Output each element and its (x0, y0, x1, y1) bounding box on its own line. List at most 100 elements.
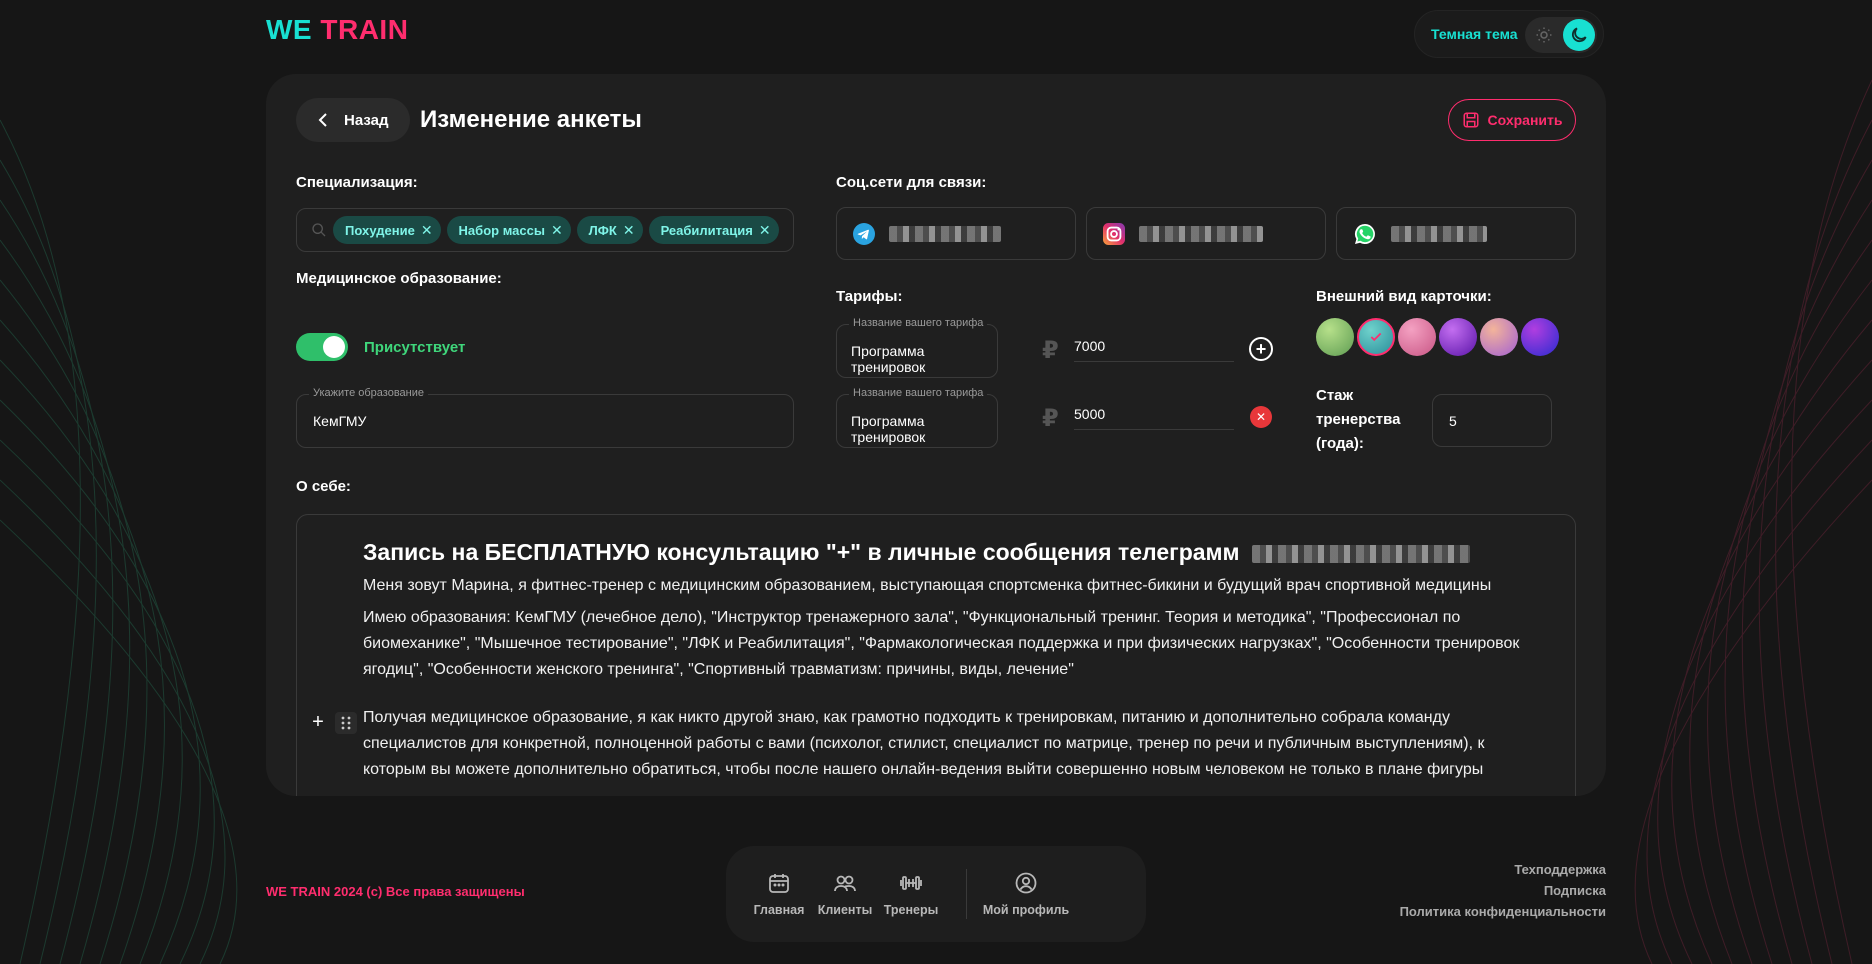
nav-item-profile[interactable]: Мой профиль (981, 871, 1071, 917)
chevron-left-icon (318, 113, 327, 127)
color-swatch[interactable] (1521, 318, 1559, 356)
dumbbell-icon (900, 876, 922, 890)
color-swatch[interactable] (1398, 318, 1436, 356)
close-icon[interactable]: ✕ (551, 222, 563, 239)
brand-logo-part1: WE (266, 14, 313, 45)
about-heading[interactable]: Запись на БЕСПЛАТНУЮ консультацию "+" в … (363, 539, 1470, 566)
footer-link-privacy[interactable]: Политика конфиденциальности (1400, 904, 1606, 919)
color-swatch[interactable] (1439, 318, 1477, 356)
chip-label: ЛФК (588, 222, 617, 238)
page-title: Изменение анкеты (420, 106, 642, 133)
nav-item-home[interactable]: Главная (746, 871, 812, 917)
redacted-contact (889, 225, 1001, 242)
telegram-icon (853, 222, 875, 245)
tariff-name-field[interactable]: Название вашего тарифа Программа трениро… (836, 317, 998, 378)
nav-label: Главная (753, 903, 805, 917)
close-icon[interactable]: ✕ (759, 222, 771, 239)
whatsapp-field[interactable] (1336, 207, 1576, 260)
medical-toggle[interactable] (296, 333, 348, 361)
education-value[interactable]: КемГМУ (313, 413, 366, 429)
footer-link-subscription[interactable]: Подписка (1400, 883, 1606, 898)
footer-link-support[interactable]: Техподдержка (1400, 862, 1606, 877)
education-legend: Укажите образование (309, 387, 428, 399)
add-tariff-icon[interactable]: + (1249, 337, 1273, 361)
tariff-name-field[interactable]: Название вашего тарифа Программа трениро… (836, 387, 998, 448)
nav-label: Клиенты (817, 903, 873, 917)
instagram-field[interactable] (1086, 207, 1326, 260)
tariff-name-value[interactable]: Программа тренировок (851, 413, 997, 445)
chip-label: Похудение (345, 222, 415, 238)
floppy-disk-icon (1463, 112, 1479, 128)
back-button-label: Назад (344, 111, 389, 129)
chip-specialization[interactable]: Похудение ✕ (333, 216, 441, 244)
moon-knob (1563, 19, 1595, 51)
brand-logo[interactable]: WE TRAIN (266, 14, 408, 46)
back-button[interactable]: Назад (296, 98, 410, 142)
nav-label: Тренеры (883, 903, 939, 917)
redacted-contact (1251, 544, 1470, 563)
medical-toggle-label: Присутствует (364, 339, 466, 356)
about-paragraph[interactable]: Меня зовут Марина, я фитнес-тренер с мед… (363, 573, 1543, 599)
add-block-icon[interactable]: + (309, 711, 327, 734)
redacted-contact (1391, 225, 1487, 242)
nav-item-clients[interactable]: Клиенты (812, 871, 878, 917)
medical-label: Медицинское образование: (296, 270, 502, 287)
tariff-name-legend: Название вашего тарифа (849, 317, 988, 329)
about-paragraph[interactable]: Имею образования: КемГМУ (лечебное дело)… (363, 605, 1543, 683)
drag-handle-icon[interactable] (335, 711, 357, 734)
check-icon (1370, 332, 1382, 342)
close-icon[interactable]: ✕ (421, 222, 433, 239)
tariff-name-legend: Название вашего тарифа (849, 387, 988, 399)
block-tools: + (309, 711, 357, 734)
chip-specialization[interactable]: ЛФК ✕ (576, 216, 643, 244)
chip-label: Реабилитация (660, 222, 753, 238)
instagram-icon (1103, 222, 1125, 245)
nav-label: Мой профиль (982, 903, 1070, 917)
ruble-icon: ₽ (1042, 337, 1059, 364)
edit-profile-card: Назад Изменение анкеты Сохранить Специал… (266, 74, 1606, 796)
color-swatch-selected[interactable] (1357, 318, 1395, 356)
bottom-nav: Главная Клиенты Тренеры Мой профиль (726, 846, 1146, 942)
color-swatch[interactable] (1316, 318, 1354, 356)
specialization-label: Специализация: (296, 174, 418, 191)
appearance-label: Внешний вид карточки: (1316, 288, 1492, 305)
whatsapp-icon (1355, 223, 1375, 244)
footer-links: Техподдержка Подписка Политика конфиденц… (1400, 862, 1606, 919)
education-field[interactable]: Укажите образование КемГМУ (296, 387, 794, 448)
color-swatch[interactable] (1480, 318, 1518, 356)
theme-label: Темная тема (1431, 26, 1518, 42)
about-paragraph[interactable]: Получая медицинское образование, я как н… (363, 705, 1543, 783)
footer-copyright: WE TRAIN 2024 (c) Все права защищены (266, 884, 525, 899)
tariffs-label: Тарифы: (836, 288, 903, 305)
about-editor[interactable]: Запись на БЕСПЛАТНУЮ консультацию "+" в … (296, 514, 1576, 796)
about-label: О себе: (296, 478, 351, 495)
theme-toggle[interactable]: Темная тема (1414, 10, 1604, 58)
profile-icon (1015, 872, 1037, 894)
clients-icon (834, 875, 856, 892)
specialization-select[interactable]: Похудение ✕ Набор массы ✕ ЛФК ✕ Реабилитаци… (296, 208, 794, 252)
social-label: Соц.сети для связи: (836, 174, 987, 191)
nav-divider (966, 869, 967, 919)
chip-specialization[interactable]: Реабилитация ✕ (648, 216, 779, 244)
save-button[interactable]: Сохранить (1448, 99, 1576, 141)
moon-icon (1571, 27, 1587, 43)
save-button-label: Сохранить (1487, 112, 1563, 128)
close-icon[interactable]: ✕ (623, 222, 635, 239)
sun-icon (1536, 27, 1552, 43)
chip-specialization[interactable]: Набор массы ✕ (446, 216, 571, 244)
redacted-contact (1139, 225, 1263, 242)
delete-tariff-icon[interactable]: ✕ (1250, 406, 1272, 428)
brand-logo-part2: TRAIN (320, 14, 409, 45)
theme-switch[interactable] (1525, 17, 1597, 53)
experience-input[interactable]: 5 (1432, 394, 1552, 447)
telegram-field[interactable] (836, 207, 1076, 260)
experience-label: Стаж тренерства (года): (1316, 387, 1401, 452)
tariff-price-input[interactable]: 7000 (1074, 334, 1234, 362)
chip-label: Набор массы (458, 222, 545, 238)
tariff-name-value[interactable]: Программа тренировок (851, 343, 997, 375)
nav-item-trainers[interactable]: Тренеры (878, 871, 944, 917)
tariff-price-input[interactable]: 5000 (1074, 402, 1234, 430)
calendar-icon (769, 874, 789, 893)
toggle-knob (323, 336, 345, 358)
ruble-icon: ₽ (1042, 405, 1059, 432)
